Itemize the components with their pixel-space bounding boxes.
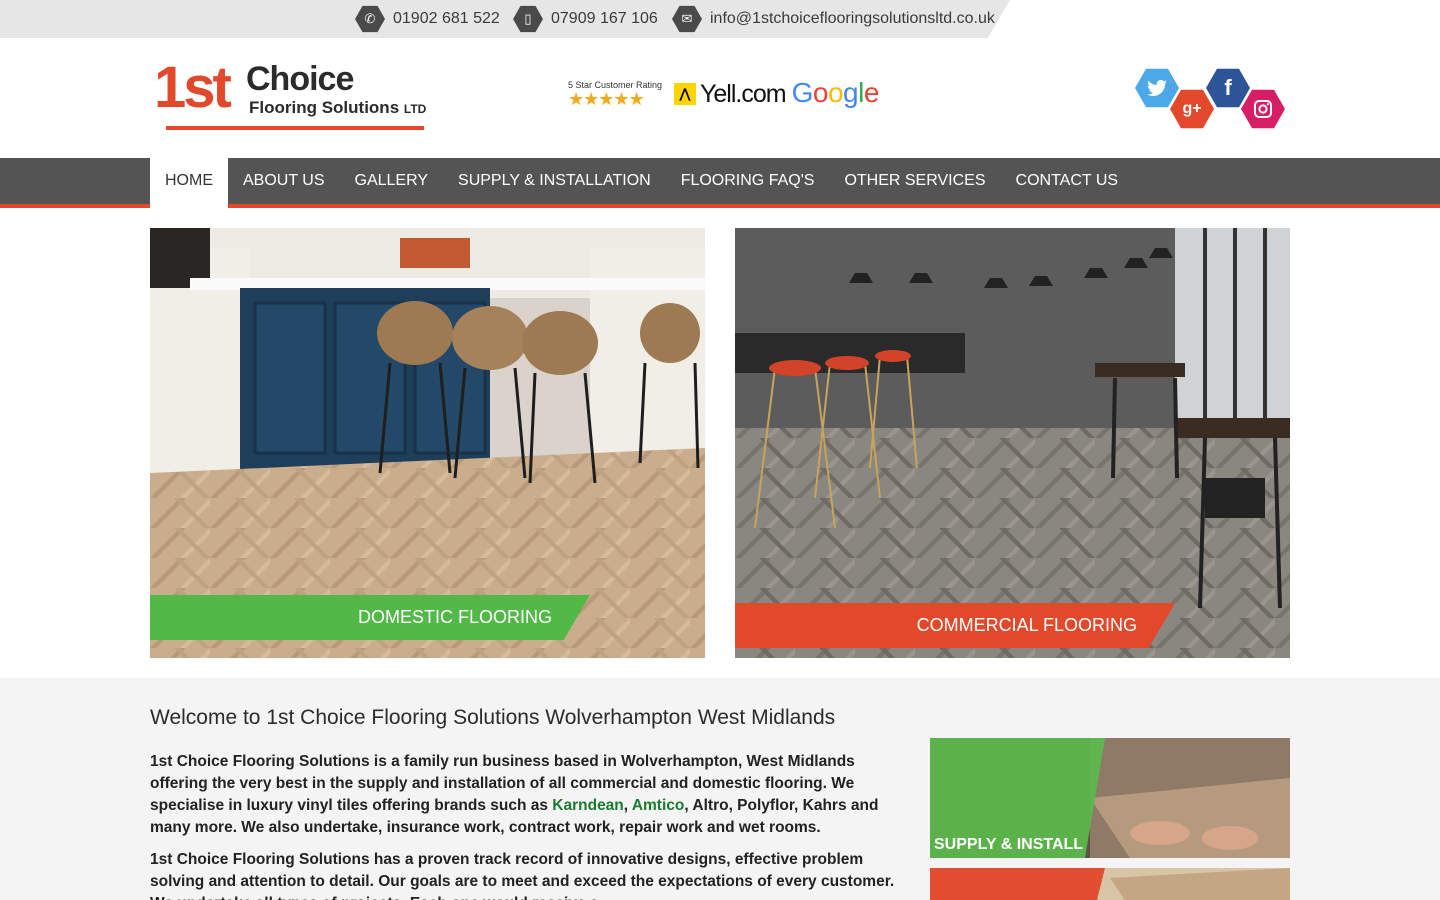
nav-other-services[interactable]: OTHER SERVICES <box>829 158 1000 204</box>
facebook-icon[interactable]: f <box>1206 68 1250 108</box>
page-title: Welcome to 1st Choice Flooring Solutions… <box>150 706 836 729</box>
logo-underline <box>166 126 424 130</box>
five-stars-icon: ★★★★★ <box>568 89 645 109</box>
kitchen-photo <box>150 228 705 658</box>
logo-choice: Choice <box>246 60 354 98</box>
twitter-icon[interactable] <box>1135 68 1179 108</box>
main-navigation: HOME ABOUT US GALLERY SUPPLY & INSTALLAT… <box>0 158 1440 208</box>
welcome-section: Welcome to 1st Choice Flooring Solutions… <box>0 678 1440 900</box>
track-record-paragraph: 1st Choice Flooring Solutions has a prov… <box>150 851 895 900</box>
restaurant-photo <box>735 228 1290 658</box>
domestic-flooring-tile[interactable]: DOMESTIC FLOORING <box>150 228 705 658</box>
commercial-flooring-label[interactable]: COMMERCIAL FLOORING <box>735 603 1175 648</box>
supply-install-label[interactable]: SUPPLY & INSTALL <box>934 836 1083 854</box>
google-logo[interactable]: Google <box>792 77 880 109</box>
phone-icon: ✆ <box>355 5 385 33</box>
nav-gallery[interactable]: GALLERY <box>340 158 444 204</box>
yell-logo-icon: ⋀ <box>674 83 696 105</box>
email-address[interactable]: info@1stchoiceflooringsolutionsltd.co.uk <box>710 10 995 28</box>
second-service-tile[interactable] <box>930 868 1290 900</box>
commercial-flooring-tile[interactable]: COMMERCIAL FLOORING <box>735 228 1290 658</box>
customer-ratings: 5 Star Customer Rating ★★★★★ ⋀ Yell.com … <box>568 77 880 114</box>
instagram-icon[interactable] <box>1241 89 1285 129</box>
domestic-flooring-label[interactable]: DOMESTIC FLOORING <box>150 595 590 640</box>
karndean-link[interactable]: Karndean <box>552 797 624 814</box>
site-logo[interactable]: 1st Choice Flooring Solutions LTD <box>154 55 426 134</box>
envelope-icon: ✉ <box>672 5 702 33</box>
top-contact-bar: ✆ 01902 681 522 ▯ 07909 167 106 ✉ info@1… <box>0 0 1440 38</box>
google-plus-icon[interactable]: g+ <box>1170 89 1214 129</box>
intro-paragraph: 1st Choice Flooring Solutions is a famil… <box>150 751 900 839</box>
phone-number-1[interactable]: 01902 681 522 <box>393 10 500 28</box>
nav-supply-installation[interactable]: SUPPLY & INSTALLATION <box>443 158 666 204</box>
phone-number-2[interactable]: 07909 167 106 <box>551 10 658 28</box>
amtico-link[interactable]: Amtico <box>632 797 685 814</box>
nav-home[interactable]: HOME <box>150 158 228 208</box>
logo-ltd: LTD <box>403 102 427 116</box>
logo-1st: 1st <box>154 55 232 120</box>
intro-sep: , <box>623 797 632 814</box>
nav-contact-us[interactable]: CONTACT US <box>1001 158 1134 204</box>
nav-about-us[interactable]: ABOUT US <box>228 158 340 204</box>
logo-subtitle: Flooring Solutions LTD <box>249 98 426 118</box>
supply-install-tile[interactable]: SUPPLY & INSTALL <box>930 738 1290 858</box>
email-contact[interactable]: ✉ info@1stchoiceflooringsolutionsltd.co.… <box>672 5 995 33</box>
yell-logo[interactable]: Yell.com <box>700 80 787 109</box>
mobile-icon: ▯ <box>513 5 543 33</box>
phone-contact[interactable]: ✆ 01902 681 522 <box>355 5 500 33</box>
logo-flooring-solutions: Flooring Solutions <box>249 98 400 117</box>
mobile-contact[interactable]: ▯ 07909 167 106 <box>513 5 658 33</box>
nav-flooring-faqs[interactable]: FLOORING FAQ'S <box>666 158 830 204</box>
samples-photo <box>930 868 1290 900</box>
star-rating: 5 Star Customer Rating ★★★★★ <box>568 80 668 108</box>
